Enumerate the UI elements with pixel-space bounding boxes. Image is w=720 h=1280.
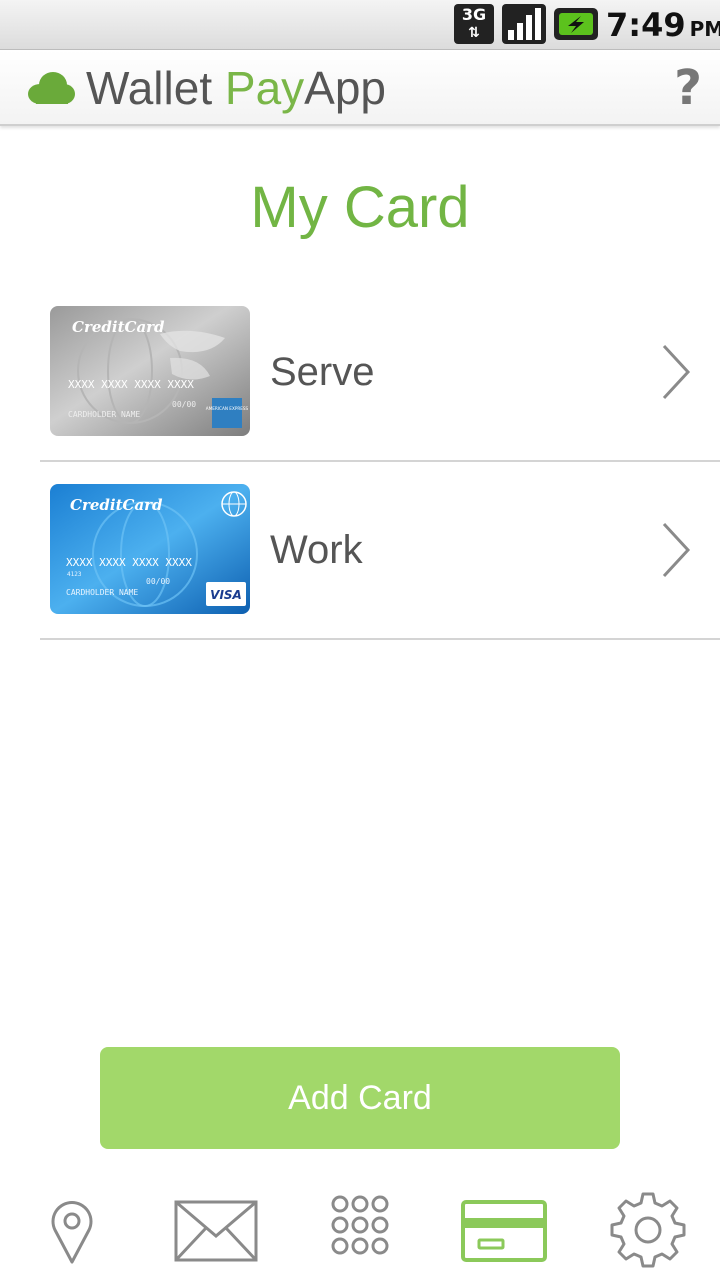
card-name-serve: Serve xyxy=(270,350,375,394)
nav-item-cards[interactable] xyxy=(454,1188,554,1272)
3g-data-icon: 3G ⇅ xyxy=(454,4,494,44)
location-pin-icon xyxy=(51,1201,93,1264)
card-holder-text: CARDHOLDER NAME xyxy=(66,588,138,597)
card-row-serve[interactable]: CreditCard XXXX XXXX XXXX XXXX 00/00 CAR… xyxy=(40,284,720,462)
card-network-text: VISA xyxy=(210,588,242,602)
silver-credit-card-image: CreditCard XXXX XXXX XXXX XXXX 00/00 CAR… xyxy=(50,306,250,436)
card-holder-text: CARDHOLDER NAME xyxy=(68,410,140,419)
card-brand-text: CreditCard xyxy=(70,496,163,514)
status-clock: 7:49 PM xyxy=(606,4,720,46)
card-expiry-text: 00/00 xyxy=(146,577,170,586)
card-brand-text: CreditCard xyxy=(72,318,165,336)
signal-strength-icon xyxy=(502,4,546,44)
chevron-right-icon[interactable] xyxy=(658,520,694,580)
brand-wallet: Wallet xyxy=(86,62,225,114)
add-card-button[interactable]: Add Card xyxy=(100,1047,620,1149)
status-bar: 3G ⇅ 7:49 PM xyxy=(0,0,720,50)
card-row-work[interactable]: CreditCard XXXX XXXX XXXX XXXX 4123 00/0… xyxy=(40,462,720,640)
envelope-icon xyxy=(174,1200,258,1262)
data-arrows-icon: ⇅ xyxy=(468,25,480,41)
app-brand-title: Wallet PayApp xyxy=(86,58,386,118)
clock-time: 7:49 xyxy=(606,6,686,44)
card-thumbnail-work: CreditCard XXXX XXXX XXXX XXXX 4123 00/0… xyxy=(50,484,250,614)
nav-item-messages[interactable] xyxy=(166,1188,266,1272)
credit-card-icon xyxy=(461,1200,547,1262)
card-list: CreditCard XXXX XXXX XXXX XXXX 00/00 CAR… xyxy=(40,284,720,640)
battery-charging-icon xyxy=(554,8,598,40)
nav-item-location[interactable] xyxy=(22,1188,122,1272)
bottom-nav xyxy=(0,1180,720,1280)
nav-item-keypad[interactable] xyxy=(310,1188,410,1272)
keypad-grid-icon xyxy=(331,1195,389,1255)
clock-ampm: PM xyxy=(689,17,720,41)
card-number-text: XXXX XXXX XXXX XXXX xyxy=(66,556,192,569)
brand-app: App xyxy=(304,62,387,114)
card-small-text: 4123 xyxy=(67,571,82,578)
brand-pay: Pay xyxy=(224,62,305,114)
card-number-text: XXXX XXXX XXXX XXXX xyxy=(68,378,194,391)
card-thumbnail-serve: CreditCard XXXX XXXX XXXX XXXX 00/00 CAR… xyxy=(50,306,250,436)
chevron-right-icon[interactable] xyxy=(658,342,694,402)
nav-item-settings[interactable] xyxy=(598,1188,698,1272)
card-network-text: AMERICAN EXPRESS xyxy=(206,406,249,411)
card-name-work: Work xyxy=(270,528,363,572)
page-title: My Card xyxy=(250,175,470,240)
help-button[interactable]: ? xyxy=(670,56,706,120)
network-type-label: 3G xyxy=(461,5,487,24)
blue-credit-card-image: CreditCard XXXX XXXX XXXX XXXX 4123 00/0… xyxy=(50,484,250,614)
card-expiry-text: 00/00 xyxy=(172,400,196,409)
app-header: Wallet PayApp ? xyxy=(0,50,720,126)
gear-icon xyxy=(610,1192,686,1268)
cloud-icon xyxy=(28,72,75,104)
